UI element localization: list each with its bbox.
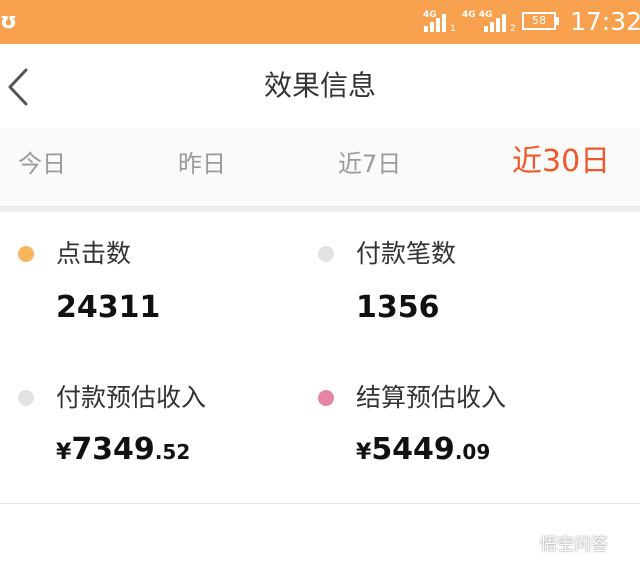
settlement-income-value: ¥5449.09	[356, 432, 490, 467]
status-bar: ʊ 4G 1 4G 4G 2 58 17:32	[0, 0, 640, 44]
section-divider	[0, 503, 640, 504]
clicks-value: 24311	[56, 290, 161, 325]
payments-value: 1356	[356, 290, 440, 325]
payment-income-decimal: .52	[154, 440, 191, 464]
payment-income-integer: 7349	[71, 432, 155, 467]
battery-icon: 58	[522, 12, 556, 30]
settlement-income-legend-dot	[318, 390, 334, 406]
back-button[interactable]	[0, 56, 50, 116]
sim1-number: 1	[450, 24, 456, 34]
chevron-left-icon	[8, 68, 28, 106]
payment-income-value: ¥7349.52	[56, 432, 190, 467]
notification-icon: ʊ	[0, 9, 17, 34]
tab-last-7-days[interactable]: 近7日	[338, 144, 401, 184]
battery-tip	[556, 17, 559, 25]
tabs-divider	[0, 206, 640, 212]
payment-income-legend-dot	[18, 390, 34, 406]
clock: 17:32	[570, 7, 640, 36]
page-title: 效果信息	[263, 69, 376, 102]
watermark-text: 悟空问答	[540, 535, 608, 555]
currency-symbol: ¥	[356, 440, 372, 465]
tab-today[interactable]: 今日	[18, 144, 66, 184]
tab-yesterday[interactable]: 昨日	[178, 144, 226, 184]
chat-bubble-icon	[511, 537, 535, 553]
nav-bar: 效果信息	[0, 44, 640, 129]
tab-last-30-days[interactable]: 近30日	[512, 142, 610, 182]
app-screen: ʊ 4G 1 4G 4G 2 58 17:32 效果信息 今日 昨日 近7日 近…	[0, 0, 640, 565]
payment-income-label: 付款预估收入	[56, 383, 207, 412]
currency-symbol: ¥	[56, 440, 72, 465]
clicks-legend-dot	[18, 246, 34, 262]
settlement-income-decimal: .09	[454, 440, 491, 464]
date-range-tabs: 今日 昨日 近7日 近30日	[0, 128, 640, 206]
payments-legend-dot	[318, 246, 334, 262]
settlement-income-integer: 5449	[371, 432, 455, 467]
clicks-label: 点击数	[56, 239, 132, 268]
sim2-number: 2	[510, 24, 516, 34]
watermark: 悟空问答	[510, 532, 608, 558]
settlement-income-label: 结算预估收入	[356, 383, 507, 412]
payments-label: 付款笔数	[356, 239, 457, 268]
